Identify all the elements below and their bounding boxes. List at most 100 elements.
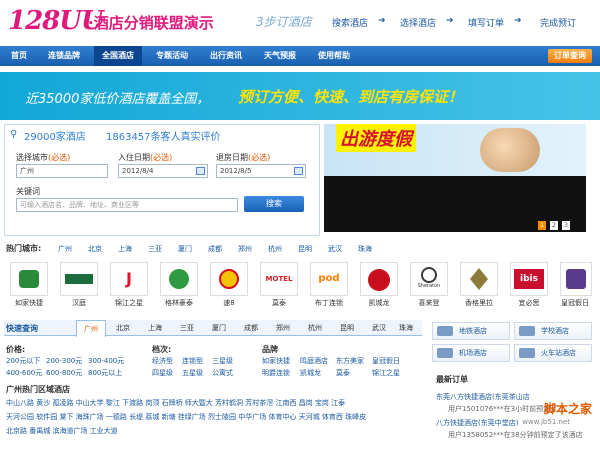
keyword-input[interactable]: 可输入酒店名、品牌、地址、商业区等	[16, 198, 238, 212]
brand-link[interactable]: 鸣庭酒店	[300, 356, 328, 366]
ad-page-1[interactable]: 1	[538, 221, 546, 230]
step-select: 选择酒店	[400, 19, 437, 29]
brand-link[interactable]: 明爵连锁	[262, 368, 290, 378]
brand-label[interactable]: 皇冠假日	[552, 298, 598, 308]
airport-hotel-button[interactable]: 机场酒店	[432, 344, 510, 362]
brand-link[interactable]: 如家快捷	[262, 356, 290, 366]
nav-travel-news[interactable]: 出行资讯	[202, 46, 250, 66]
hot-city-link[interactable]: 珠海	[358, 244, 372, 254]
checkout-label: 退房日期(必选)	[216, 153, 271, 162]
step-search: 搜索酒店	[332, 19, 369, 29]
tab-city[interactable]: 杭州	[300, 320, 330, 336]
calendar-icon[interactable]	[294, 167, 303, 175]
brand-label[interactable]: 莫泰	[256, 298, 302, 308]
hot-city-link[interactable]: 成都	[208, 244, 222, 254]
price-link[interactable]: 200元以下	[6, 356, 40, 366]
order-query-button[interactable]: 订单查询	[548, 49, 592, 63]
price-link[interactable]: 800元以上	[88, 368, 122, 378]
star-link[interactable]: 四星级	[152, 368, 173, 378]
brand-label[interactable]: 凯城龙	[356, 298, 402, 308]
brand-logo-greentree[interactable]	[160, 262, 198, 296]
brand-label[interactable]: 汉庭	[56, 298, 102, 308]
keyword-label: 关键词	[16, 187, 40, 196]
brand-logo-rujia[interactable]	[10, 262, 48, 296]
brand-label[interactable]: 锦江之星	[106, 298, 152, 308]
star-link[interactable]: 经济型	[152, 356, 173, 366]
brand-label[interactable]: 速8	[206, 298, 252, 308]
hot-city-link[interactable]: 广州	[58, 244, 72, 254]
star-link[interactable]: 五星级	[182, 368, 203, 378]
tab-city[interactable]: 上海	[140, 320, 170, 336]
brand-label[interactable]: 喜来登	[406, 298, 452, 308]
metro-icon	[437, 326, 453, 336]
hot-city-link[interactable]: 上海	[118, 244, 132, 254]
ad-page-3[interactable]: 3	[562, 221, 570, 230]
nav-topics[interactable]: 专题活动	[148, 46, 196, 66]
train-hotel-button[interactable]: 火车站酒店	[514, 344, 592, 362]
area-links-row[interactable]: 北京路 番禺城 滨海道广场 工业大道	[6, 426, 418, 436]
checkin-date-field[interactable]: 2012/8/4	[118, 164, 208, 178]
hot-city-link[interactable]: 厦门	[178, 244, 192, 254]
star-link[interactable]: 连锁型	[182, 356, 203, 366]
hot-city-link[interactable]: 武汉	[328, 244, 342, 254]
price-link[interactable]: 300-400元	[88, 356, 124, 366]
brand-label[interactable]: 如家快捷	[6, 298, 52, 308]
hot-city-link[interactable]: 郑州	[238, 244, 252, 254]
tab-city[interactable]: 珠海	[392, 320, 420, 336]
tab-city[interactable]: 昆明	[332, 320, 362, 336]
city-select[interactable]: 广州	[16, 164, 108, 178]
required-hint: (必选)	[150, 153, 173, 162]
tab-city[interactable]: 三亚	[172, 320, 202, 336]
brand-logo-crowne-plaza[interactable]	[560, 262, 592, 296]
metro-hotel-button[interactable]: 地铁酒店	[432, 322, 510, 340]
brand-logo-pod[interactable]: pod	[310, 262, 348, 296]
nav-help[interactable]: 使用帮助	[310, 46, 358, 66]
brand-label[interactable]: 宜必思	[506, 298, 552, 308]
brand-label[interactable]: 香格里拉	[456, 298, 502, 308]
checkout-date-field[interactable]: 2012/8/5	[216, 164, 306, 178]
tab-guangzhou[interactable]: 广州	[76, 320, 106, 337]
latest-orders-title: 最新订单	[436, 375, 468, 384]
brand-logo-kaichenglong[interactable]	[360, 262, 398, 296]
brand-logo-shangrila[interactable]	[460, 262, 498, 296]
hot-city-link[interactable]: 昆明	[298, 244, 312, 254]
price-link[interactable]: 400-600元	[6, 368, 42, 378]
brand-link[interactable]: 东方美家	[336, 356, 364, 366]
tab-city[interactable]: 厦门	[204, 320, 234, 336]
brand-logo-hanting[interactable]	[60, 262, 98, 296]
watermark-url: www.jb51.net	[522, 418, 570, 426]
order-hotel-link[interactable]: 八方快捷酒店(东莞中堂店)	[436, 418, 596, 428]
nav-brands[interactable]: 连锁品牌	[40, 46, 88, 66]
price-link[interactable]: 600-800元	[46, 368, 82, 378]
hot-city-link[interactable]: 杭州	[268, 244, 282, 254]
brand-link[interactable]: 皇冠假日	[372, 356, 400, 366]
tab-city[interactable]: 北京	[108, 320, 138, 336]
star-link[interactable]: 公寓式	[212, 368, 233, 378]
nav-weather[interactable]: 天气预报	[256, 46, 304, 66]
brand-label[interactable]: 布丁连锁	[306, 298, 352, 308]
star-link[interactable]: 三星级	[212, 356, 233, 366]
price-link[interactable]: 200-300元	[46, 356, 82, 366]
brand-logo-sheraton[interactable]: Sheraton	[410, 262, 448, 296]
tab-city[interactable]: 郑州	[268, 320, 298, 336]
hot-city-link[interactable]: 北京	[88, 244, 102, 254]
brand-link[interactable]: 莫泰	[336, 368, 350, 378]
brand-link[interactable]: 锦江之星	[372, 368, 400, 378]
brand-label[interactable]: 格林豪泰	[156, 298, 202, 308]
brand-logo-ibis[interactable]: ibis	[510, 262, 548, 296]
tab-city[interactable]: 成都	[236, 320, 266, 336]
tab-city[interactable]: 武汉	[364, 320, 394, 336]
ad-page-2[interactable]: 2	[550, 221, 558, 230]
nav-hotels[interactable]: 全国酒店	[94, 46, 142, 66]
search-button[interactable]: 搜索	[244, 196, 304, 212]
area-links-row[interactable]: 天河公园 软件园 棠下 海珠广场 一德路 长堤 荔城 新塘 挂绿广场 烈士陵园 …	[6, 412, 418, 422]
brand-logo-jinjiang[interactable]: J	[110, 262, 148, 296]
brand-logo-super8[interactable]	[210, 262, 248, 296]
hot-city-link[interactable]: 三亚	[148, 244, 162, 254]
calendar-icon[interactable]	[196, 167, 205, 175]
brand-logo-motel[interactable]: MOTEL	[260, 262, 298, 296]
brand-link[interactable]: 凯城龙	[300, 368, 321, 378]
area-links-row[interactable]: 中山八路 黄沙 孤凌路 中山大学 黎江 下渡路 岗顶 石牌桥 师大暨大 芳村鹤洞…	[6, 398, 418, 408]
school-hotel-button[interactable]: 学校酒店	[514, 322, 592, 340]
nav-home[interactable]: 首页	[4, 46, 34, 66]
